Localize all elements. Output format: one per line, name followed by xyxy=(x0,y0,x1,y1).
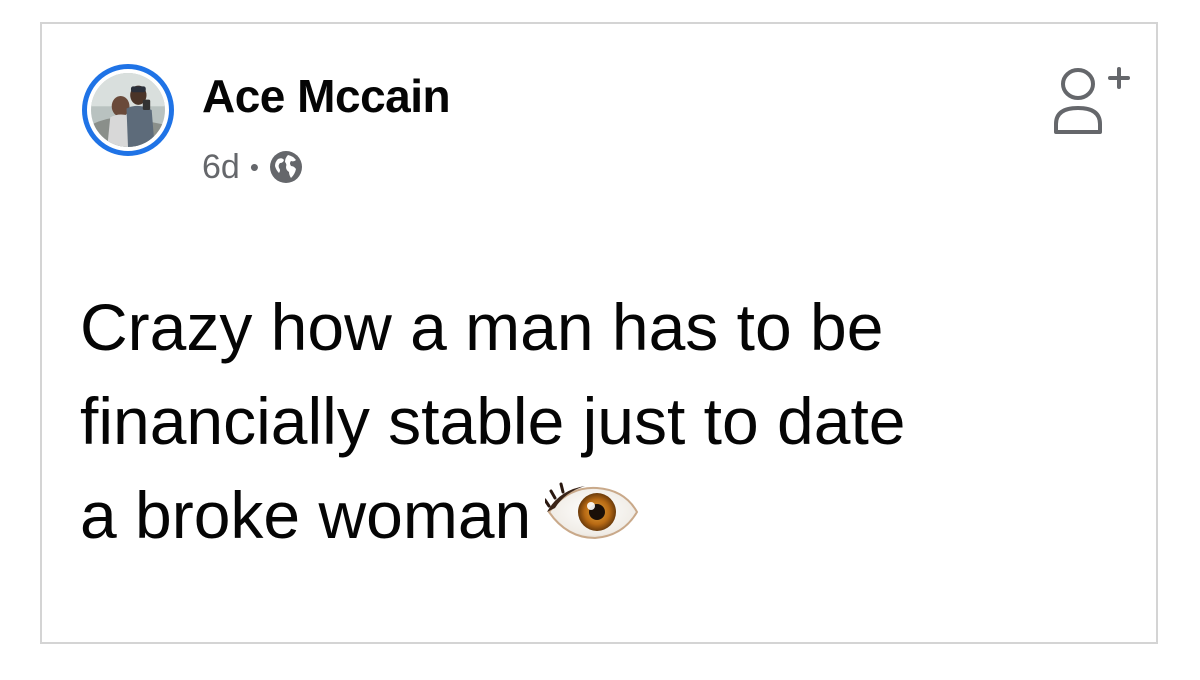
meta-separator: • xyxy=(249,152,259,182)
post-text: Crazy how a man has to be financially st… xyxy=(80,280,1130,562)
post-text-line-text: a broke woman xyxy=(80,478,532,552)
author-name[interactable]: Ace Mccain xyxy=(202,68,451,124)
avatar-photo-image xyxy=(91,73,165,147)
post-text-line: Crazy how a man has to be xyxy=(80,290,884,364)
post-timestamp[interactable]: 6d xyxy=(202,146,240,188)
avatar-photo xyxy=(91,73,165,147)
post-meta: 6d • xyxy=(202,146,303,188)
add-friend-icon[interactable] xyxy=(1048,62,1130,138)
post-text-line: financially stable just to date xyxy=(80,384,906,458)
post-text-line-last: a broke woman xyxy=(80,468,1130,562)
page: Ace Mccain 6d • Crazy how a man has to b… xyxy=(0,0,1200,680)
eye-emoji xyxy=(545,482,641,542)
post-card: Ace Mccain 6d • Crazy how a man has to b… xyxy=(40,22,1158,644)
globe-icon[interactable] xyxy=(269,150,303,184)
avatar[interactable] xyxy=(82,64,174,156)
